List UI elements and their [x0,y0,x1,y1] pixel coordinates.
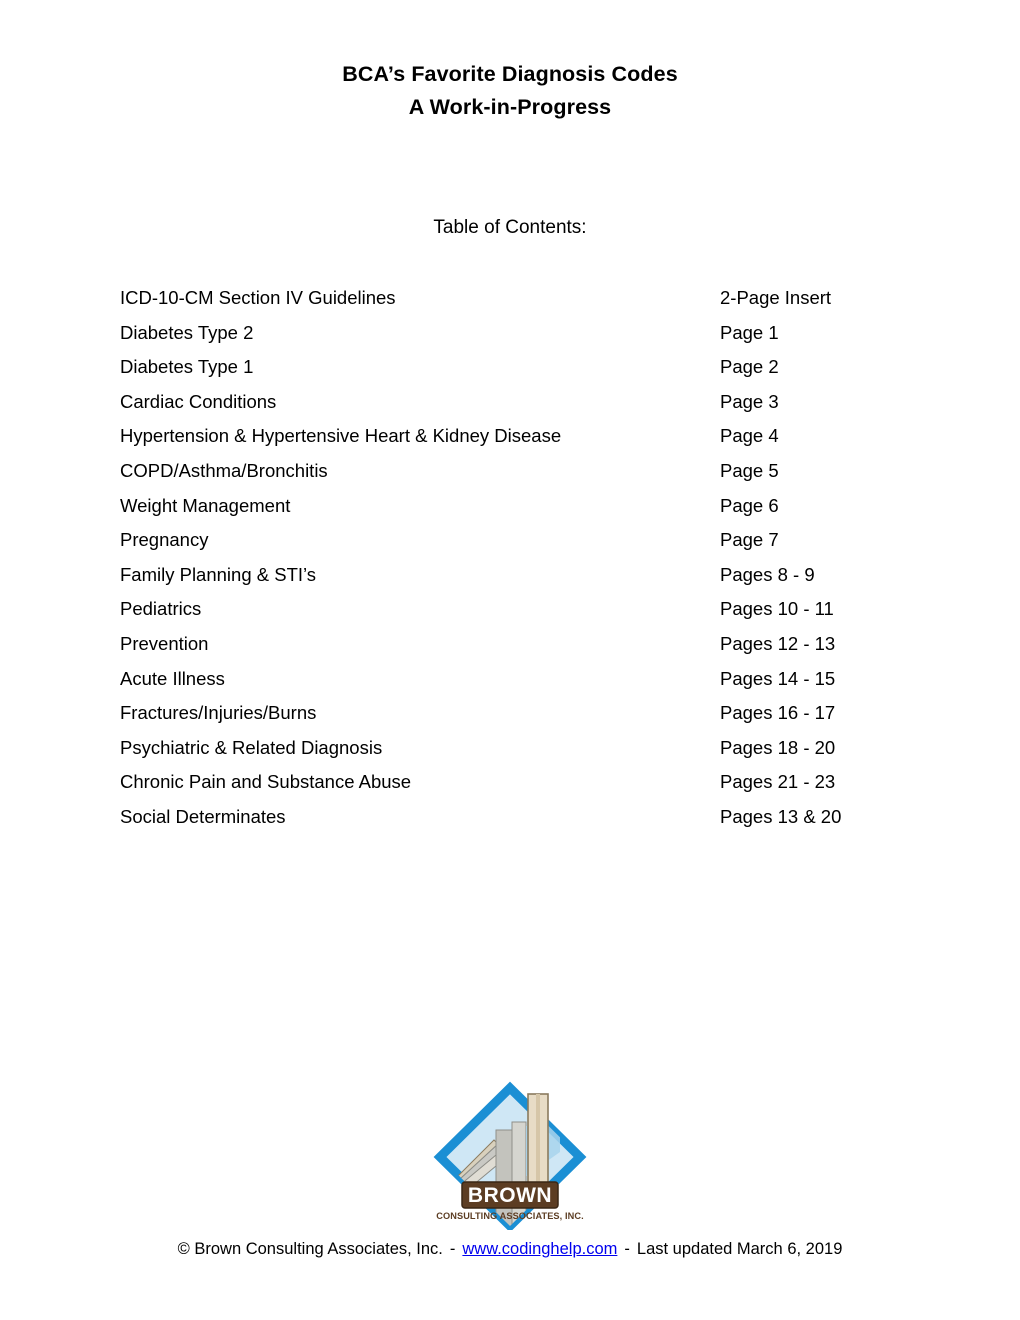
toc-entry-label[interactable]: Weight Management [120,493,290,519]
page-footer: © Brown Consulting Associates, Inc. - www.… [0,1238,1020,1260]
footer-copyright: © Brown Consulting Associates, Inc. [177,1240,443,1258]
footer-separator-2: - [624,1240,630,1258]
toc-entry-page: Pages 21 - 23 [720,771,836,793]
toc-row: COPD/Asthma/Bronchitis Page 5 [120,458,900,493]
toc-entry-label[interactable]: Diabetes Type 1 [120,354,253,380]
toc-entry-page: 2-Page Insert [720,287,832,308]
toc-row: Weight Management Page 6 [120,493,900,528]
toc-row: Diabetes Type 1 Page 2 [120,354,900,389]
toc-row: Prevention Pages 12 - 13 [120,631,900,666]
footer-last-updated: Last updated March 6, 2019 [636,1240,843,1258]
toc-entry-label[interactable]: Family Planning & STI’s [120,562,316,588]
toc-row: Diabetes Type 2 Page 1 [120,320,900,355]
toc-entry-page: Page 5 [720,459,779,481]
toc-entry-page: Pages 12 - 13 [720,632,836,654]
toc-entry-page: Pages 8 - 9 [720,563,815,585]
toc-row: Hypertension & Hypertensive Heart & Kidn… [120,423,900,458]
toc-row: Pediatrics Pages 10 - 11 [120,596,900,631]
toc-entry-label[interactable]: ICD-10-CM Section IV Guidelines [120,285,396,311]
footer-website-link[interactable]: www.codinghelp.com [462,1240,617,1258]
page-title-line-1: BCA’s Favorite Diagnosis Codes [342,62,678,86]
toc-entry-page: Pages 10 - 11 [720,598,834,620]
toc-entry-label[interactable]: Acute Illness [120,666,225,692]
toc-row: Acute Illness Pages 14 - 15 [120,666,900,701]
toc-row: Family Planning & STI’s Pages 8 - 9 [120,562,900,597]
toc-entry-page: Page 4 [720,425,779,447]
toc-entry-page: Page 1 [720,321,779,343]
page-title-line-2: A Work-in-Progress [408,95,612,119]
toc-entry-page: Page 2 [720,356,779,378]
toc-entry-page: Pages 18 - 20 [720,736,836,758]
table-of-contents-heading: Table of Contents: [433,217,587,238]
toc-entry-label[interactable]: Pediatrics [120,596,201,622]
toc-entry-label[interactable]: Hypertension & Hypertensive Heart & Kidn… [120,423,561,449]
toc-entry-label[interactable]: Social Determinates [120,804,286,830]
page-title: BCA’s Favorite Diagnosis Codes A Work-in… [0,58,1020,124]
toc-row: ICD-10-CM Section IV Guidelines 2-Page In… [120,285,900,320]
toc-row: Fractures/Injuries/Burns Pages 16 - 17 [120,700,900,735]
toc-entry-page: Pages 16 - 17 [720,702,836,724]
toc-entry-label[interactable]: Cardiac Conditions [120,389,276,415]
toc-entry-label[interactable]: Chronic Pain and Substance Abuse [120,769,411,795]
logo-company-tagline: CONSULTING ASSOCIATES, INC. [436,1211,584,1221]
toc-entry-page: Pages 13 & 20 [720,805,842,827]
toc-row: Cardiac Conditions Page 3 [120,389,900,424]
logo-company-name: BROWN [468,1184,552,1207]
toc-row: Pregnancy Page 7 [120,527,900,562]
toc-entry-label[interactable]: COPD/Asthma/Bronchitis [120,458,328,484]
toc-entry-label[interactable]: Fractures/Injuries/Burns [120,700,316,726]
logo-icon: BROWN CONSULTING ASSOCIATES, INC. [433,1081,587,1230]
toc-entry-page: Pages 14 - 15 [720,667,836,689]
toc-entry-label[interactable]: Psychiatric & Related Diagnosis [120,735,382,761]
toc-entry-page: Page 7 [720,529,779,551]
toc-entry-label[interactable]: Diabetes Type 2 [120,320,253,346]
footer-separator-1: - [449,1240,456,1258]
toc-row: Social Determinates Pages 13 & 20 [120,804,900,839]
toc-row: Chronic Pain and Substance Abuse Pages 21… [120,769,900,804]
toc-entry-page: Page 3 [720,390,779,412]
toc-row: Psychiatric & Related Diagnosis Pages 18 … [120,735,900,770]
brown-consulting-associates-logo: BROWN CONSULTING ASSOCIATES, INC. [428,1078,592,1230]
toc-entry-label[interactable]: Prevention [120,631,208,657]
toc-entry-page: Page 6 [720,494,779,516]
table-of-contents-list: ICD-10-CM Section IV Guidelines 2-Page In… [120,285,900,839]
toc-entry-label[interactable]: Pregnancy [120,527,208,553]
